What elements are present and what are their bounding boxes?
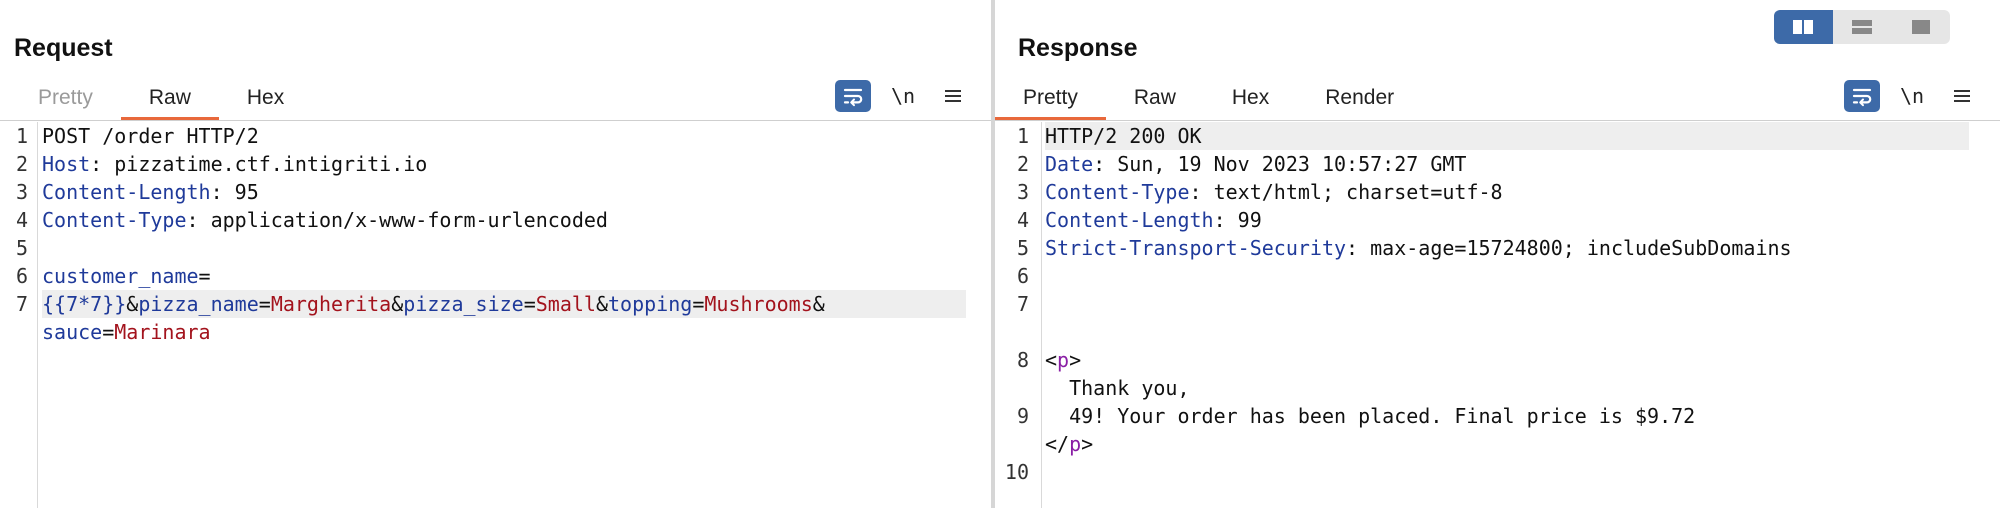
request-title: Request	[14, 34, 113, 62]
code-line: Host: pizzatime.ctf.intigriti.io	[42, 152, 428, 176]
wrap-lines-icon	[1852, 88, 1872, 107]
response-tab-raw[interactable]: Raw	[1106, 80, 1204, 122]
code-line-highlighted: HTTP/2 200 OK	[1045, 122, 1969, 150]
response-wrap-lines-button[interactable]	[1844, 80, 1880, 112]
line-number: 10	[1004, 460, 1029, 484]
response-tabs: Pretty Raw Hex Render	[995, 80, 1422, 122]
request-tab-hex[interactable]: Hex	[219, 80, 312, 122]
line-number: 2	[15, 152, 28, 176]
code-line: <p>	[1045, 348, 1082, 372]
code-line: Content-Type: application/x-www-form-url…	[42, 208, 608, 232]
code-line-text: 49! Your order has been placed. Final pr…	[1045, 404, 1696, 428]
line-number: 7	[15, 292, 28, 316]
request-wrap-lines-button[interactable]	[835, 80, 871, 112]
line-number: 8	[1016, 348, 1029, 372]
wrap-lines-icon	[843, 88, 863, 107]
code-line: Content-Type: text/html; charset=utf-8	[1045, 180, 1503, 204]
line-number: 6	[15, 264, 28, 288]
layout-side-by-side-button[interactable]	[1774, 10, 1833, 44]
response-newline-toggle[interactable]: \n	[1894, 80, 1930, 112]
code-line: POST /order HTTP/2	[42, 124, 259, 148]
line-number: 3	[15, 180, 28, 204]
line-number: 1	[1016, 124, 1029, 148]
response-menu-button[interactable]	[1944, 80, 1980, 112]
layout-single-button[interactable]	[1891, 10, 1950, 44]
code-line-highlighted: {{7*7}}&pizza_name=Margherita&pizza_size…	[42, 290, 966, 318]
response-toolbar: \n	[1830, 80, 1980, 112]
layout-single-icon	[1911, 20, 1930, 34]
line-number: 5	[15, 236, 28, 260]
request-tabs-divider	[0, 120, 991, 121]
layout-switcher	[1774, 10, 1950, 44]
request-tabs: Pretty Raw Hex	[10, 80, 312, 122]
code-line: customer_name=	[42, 264, 211, 288]
layout-side-by-side-icon	[1793, 20, 1814, 34]
request-newline-toggle[interactable]: \n	[885, 80, 921, 112]
line-number: 9	[1016, 404, 1029, 428]
line-number: 6	[1016, 264, 1029, 288]
response-editor[interactable]: 1 HTTP/2 200 OK 2 Date: Sun, 19 Nov 2023…	[995, 122, 2000, 508]
response-title: Response	[1018, 34, 1138, 62]
code-line: Date: Sun, 19 Nov 2023 10:57:27 GMT	[1045, 152, 1467, 176]
code-line-text: Thank you,	[1045, 376, 1190, 400]
line-number: 3	[1016, 180, 1029, 204]
response-pane: Response Pretty Raw Hex Render \n 1 HTTP…	[995, 0, 2000, 508]
menu-icon	[1954, 90, 1970, 102]
code-line: Content-Length: 95	[42, 180, 259, 204]
code-line: </p>	[1045, 432, 1094, 456]
code-line: Strict-Transport-Security: max-age=15724…	[1045, 236, 1792, 260]
layout-stacked-button[interactable]	[1833, 10, 1892, 44]
line-number: 4	[15, 208, 28, 232]
line-number: 2	[1016, 152, 1029, 176]
menu-icon	[945, 90, 961, 102]
layout-stacked-icon	[1852, 20, 1872, 34]
code-line: Content-Length: 99	[1045, 208, 1262, 232]
request-tab-raw[interactable]: Raw	[120, 80, 219, 122]
request-tab-pretty[interactable]: Pretty	[10, 80, 121, 122]
request-toolbar: \n	[821, 80, 971, 112]
line-number: 7	[1016, 292, 1029, 316]
request-editor[interactable]: 1 POST /order HTTP/2 2 Host: pizzatime.c…	[0, 122, 991, 508]
response-tabs-divider	[995, 120, 2000, 121]
line-number: 4	[1016, 208, 1029, 232]
request-menu-button[interactable]	[935, 80, 971, 112]
line-number: 1	[15, 124, 28, 148]
code-line-wrapped: sauce=Marinara	[42, 320, 211, 344]
request-pane: Request Pretty Raw Hex \n 1 POST /order …	[0, 0, 991, 508]
response-tab-render[interactable]: Render	[1297, 80, 1422, 122]
response-tab-pretty[interactable]: Pretty	[995, 80, 1106, 122]
response-tab-hex[interactable]: Hex	[1204, 80, 1297, 122]
line-number: 5	[1016, 236, 1029, 260]
